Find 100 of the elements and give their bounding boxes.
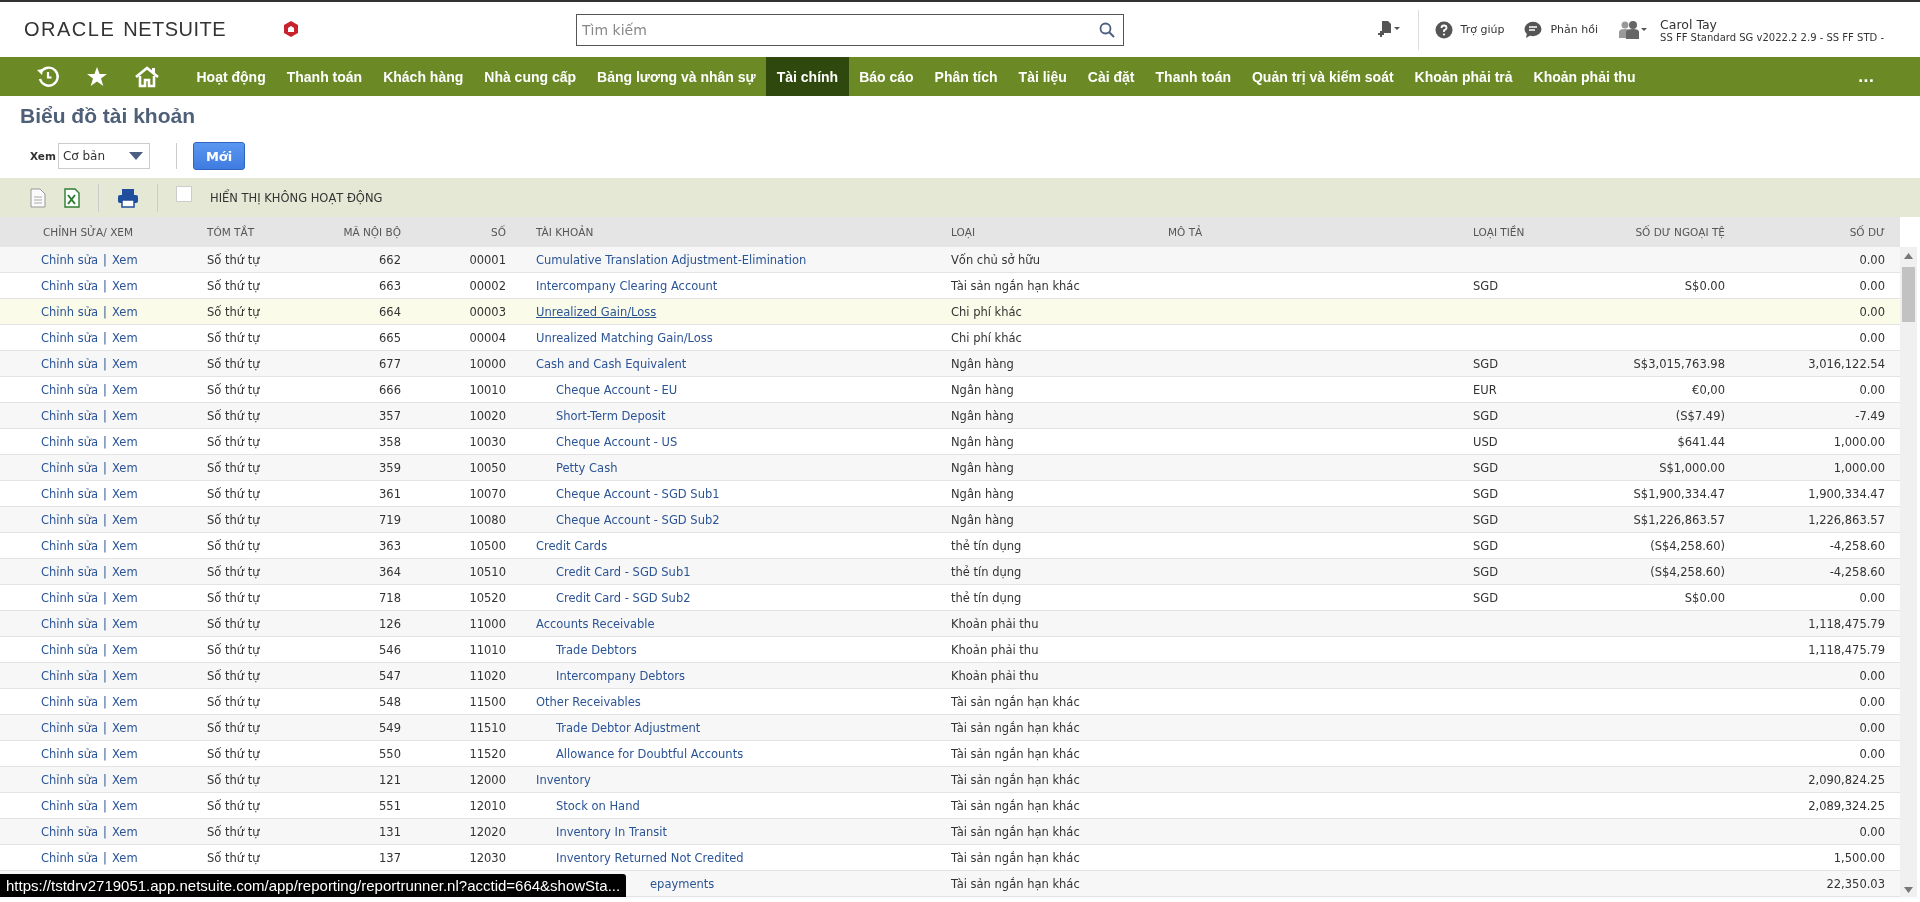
- account-link[interactable]: Credit Card - SGD Sub1: [556, 564, 691, 579]
- edit-link[interactable]: Chỉnh sửa: [41, 460, 99, 475]
- view-link[interactable]: Xem: [111, 408, 138, 423]
- edit-link[interactable]: Chỉnh sửa: [41, 330, 99, 345]
- account-link[interactable]: Unrealized Matching Gain/Loss: [536, 330, 713, 345]
- account-link[interactable]: epayments: [650, 876, 715, 891]
- nav-tab[interactable]: Hoạt động: [186, 57, 277, 96]
- account-link[interactable]: Inventory: [536, 772, 591, 787]
- account-link[interactable]: Petty Cash: [556, 460, 618, 475]
- edit-link[interactable]: Chỉnh sửa: [41, 668, 99, 683]
- view-link[interactable]: Xem: [111, 590, 138, 605]
- column-header[interactable]: TÓM TẮT: [190, 226, 330, 238]
- account-link[interactable]: Cheque Account - US: [556, 434, 678, 449]
- edit-link[interactable]: Chỉnh sửa: [41, 616, 99, 631]
- search-icon[interactable]: [1099, 21, 1115, 38]
- view-link[interactable]: Xem: [111, 382, 138, 397]
- account-link[interactable]: Other Receivables: [536, 694, 641, 709]
- account-link[interactable]: Inventory Returned Not Credited: [556, 850, 744, 865]
- account-link[interactable]: Unrealized Gain/Loss: [536, 304, 657, 319]
- column-header[interactable]: LOẠI: [945, 226, 1160, 238]
- nav-tab[interactable]: Thanh toán: [276, 57, 373, 96]
- edit-link[interactable]: Chỉnh sửa: [41, 564, 99, 579]
- view-link[interactable]: Xem: [111, 538, 138, 553]
- account-link[interactable]: Trade Debtor Adjustment: [556, 720, 701, 735]
- account-link[interactable]: Trade Debtors: [556, 642, 637, 657]
- scroll-down-icon[interactable]: [1904, 887, 1913, 893]
- account-link[interactable]: Allowance for Doubtful Accounts: [556, 746, 744, 761]
- account-link[interactable]: Cheque Account - EU: [556, 382, 678, 397]
- account-link[interactable]: Stock on Hand: [556, 798, 640, 813]
- view-link[interactable]: Xem: [111, 486, 138, 501]
- view-link[interactable]: Xem: [111, 746, 138, 761]
- edit-link[interactable]: Chỉnh sửa: [41, 252, 99, 267]
- account-link[interactable]: Credit Card - SGD Sub2: [556, 590, 691, 605]
- chat-bubble-icon[interactable]: [1524, 21, 1543, 38]
- edit-link[interactable]: Chỉnh sửa: [41, 408, 99, 423]
- edit-link[interactable]: Chỉnh sửa: [41, 850, 99, 865]
- view-link[interactable]: Xem: [111, 694, 138, 709]
- account-link[interactable]: Cumulative Translation Adjustment-Elimination: [536, 252, 807, 267]
- document-icon[interactable]: [30, 187, 46, 208]
- view-link[interactable]: Xem: [111, 668, 138, 683]
- view-link[interactable]: Xem: [111, 798, 138, 813]
- view-link[interactable]: Xem: [111, 304, 138, 319]
- nav-tab[interactable]: Phân tích: [924, 57, 1009, 96]
- view-link[interactable]: Xem: [111, 824, 138, 839]
- view-link[interactable]: Xem: [111, 252, 138, 267]
- excel-icon[interactable]: [64, 187, 80, 208]
- edit-link[interactable]: Chỉnh sửa: [41, 382, 99, 397]
- column-header[interactable]: SỐ: [405, 226, 510, 238]
- view-link[interactable]: Xem: [111, 616, 138, 631]
- column-header[interactable]: SỐ DƯ: [1730, 226, 1890, 238]
- view-dropdown[interactable]: Cơ bản: [57, 143, 150, 169]
- nav-tab[interactable]: Quản trị và kiểm soát: [1241, 57, 1405, 96]
- search-field[interactable]: Tìm kiếm: [576, 13, 1124, 46]
- account-link[interactable]: Cheque Account - SGD Sub1: [556, 486, 720, 501]
- account-link[interactable]: Cash and Cash Equivalent: [536, 356, 687, 371]
- scrollbar[interactable]: [1900, 247, 1917, 897]
- nav-tab[interactable]: Nhà cung cấp: [473, 57, 587, 96]
- nav-tab[interactable]: Báo cáo: [848, 57, 925, 96]
- view-link[interactable]: Xem: [111, 642, 138, 657]
- view-link[interactable]: Xem: [111, 434, 138, 449]
- view-link[interactable]: Xem: [111, 330, 138, 345]
- print-icon[interactable]: [117, 187, 139, 208]
- edit-link[interactable]: Chỉnh sửa: [41, 304, 99, 319]
- nav-tab[interactable]: Khách hàng: [372, 57, 474, 96]
- column-header[interactable]: LOẠI TIỀN: [1465, 226, 1600, 238]
- account-link[interactable]: Cheque Account - SGD Sub2: [556, 512, 720, 527]
- edit-link[interactable]: Chỉnh sửa: [41, 824, 99, 839]
- account-link[interactable]: Credit Cards: [536, 538, 608, 553]
- nav-tab[interactable]: Tài chính: [766, 57, 849, 96]
- scroll-up-icon[interactable]: [1904, 253, 1913, 259]
- nav-tab[interactable]: Cài đặt: [1077, 57, 1146, 96]
- edit-link[interactable]: Chỉnh sửa: [41, 590, 99, 605]
- view-link[interactable]: Xem: [111, 460, 138, 475]
- view-link[interactable]: Xem: [111, 564, 138, 579]
- column-header[interactable]: CHỈNH SỬA/ XEM: [0, 226, 190, 238]
- account-link[interactable]: Accounts Receivable: [536, 616, 655, 631]
- edit-link[interactable]: Chỉnh sửa: [41, 772, 99, 787]
- user-group-icon[interactable]: [1618, 19, 1649, 40]
- edit-link[interactable]: Chỉnh sửa: [41, 356, 99, 371]
- home-icon[interactable]: [134, 65, 160, 88]
- edit-link[interactable]: Chỉnh sửa: [41, 642, 99, 657]
- account-link[interactable]: Inventory In Transit: [556, 824, 667, 839]
- nav-tab[interactable]: Khoản phải trả: [1404, 57, 1524, 96]
- nav-tab[interactable]: Khoản phải thu: [1523, 57, 1646, 96]
- column-header[interactable]: SỐ DƯ NGOẠI TỆ: [1600, 226, 1730, 238]
- star-icon[interactable]: [86, 65, 108, 88]
- edit-link[interactable]: Chỉnh sửa: [41, 278, 99, 293]
- account-link[interactable]: Short-Term Deposit: [556, 408, 666, 423]
- edit-link[interactable]: Chỉnh sửa: [41, 538, 99, 553]
- column-header[interactable]: TÀI KHOẢN: [510, 226, 945, 238]
- user-name[interactable]: Carol Tay: [1660, 16, 1884, 32]
- view-link[interactable]: Xem: [111, 278, 138, 293]
- view-link[interactable]: Xem: [111, 850, 138, 865]
- nav-tab[interactable]: Tài liệu: [1008, 57, 1078, 96]
- edit-link[interactable]: Chỉnh sửa: [41, 486, 99, 501]
- scroll-thumb[interactable]: [1902, 267, 1915, 322]
- nav-tab[interactable]: Thanh toán: [1145, 57, 1242, 96]
- help-link[interactable]: Trợ giúp: [1460, 23, 1505, 36]
- view-link[interactable]: Xem: [111, 772, 138, 787]
- edit-link[interactable]: Chỉnh sửa: [41, 512, 99, 527]
